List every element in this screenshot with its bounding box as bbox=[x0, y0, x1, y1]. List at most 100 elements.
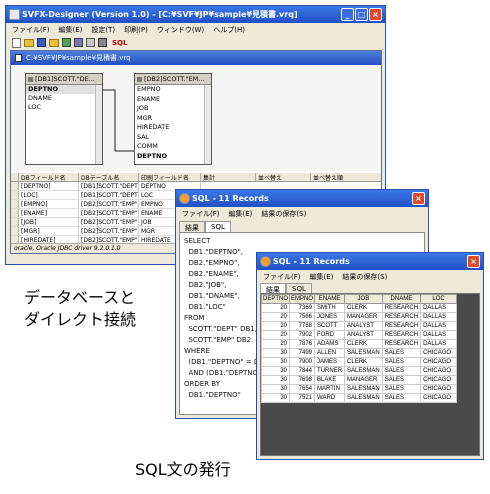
result-cell[interactable]: TURNER bbox=[314, 366, 346, 376]
result-cell[interactable]: RESEARCH bbox=[381, 321, 422, 331]
grid-cell[interactable]: [EMPNO] bbox=[19, 200, 79, 208]
result-title-bar[interactable]: SQL - 11 Records × bbox=[257, 253, 483, 270]
minimize-button[interactable]: _ bbox=[341, 8, 354, 21]
db2-field-row[interactable]: COMM bbox=[135, 142, 211, 152]
result-cell[interactable]: SALES bbox=[381, 393, 422, 403]
grid-cell[interactable]: [DB2]SCOTT."EMP" bbox=[79, 218, 139, 226]
result-cell[interactable]: DALLAS bbox=[420, 330, 458, 340]
maximize-button[interactable]: □ bbox=[355, 8, 368, 21]
result-cell[interactable]: CHICAGO bbox=[420, 375, 458, 385]
result-cell[interactable]: CLERK bbox=[344, 339, 383, 349]
result-header-cell[interactable]: EMPNO bbox=[289, 294, 316, 304]
open-folder-icon[interactable] bbox=[24, 38, 34, 47]
result-cell[interactable]: JONES bbox=[314, 312, 346, 322]
query-diagram-canvas[interactable]: [DB1]SCOTT."DE... DEPTNO DNAME LOC [DB2]… bbox=[11, 65, 381, 171]
main-title-bar[interactable]: SVFX-Designer (Version 1.0) - [C:¥SVF¥JP… bbox=[6, 6, 385, 23]
result-cell[interactable]: 7521 bbox=[289, 393, 316, 403]
result-cell[interactable]: DALLAS bbox=[420, 321, 458, 331]
result-cell[interactable]: 7900 bbox=[289, 357, 316, 367]
result-header-cell[interactable]: JOB bbox=[344, 294, 383, 304]
menu-file[interactable]: ファイル(F) bbox=[263, 272, 301, 282]
result-cell[interactable]: SCOTT bbox=[314, 321, 346, 331]
grid-cell[interactable]: [DB2]SCOTT."EMP" bbox=[79, 200, 139, 208]
result-cell[interactable]: SALES bbox=[381, 357, 422, 367]
result-cell[interactable]: DALLAS bbox=[420, 303, 458, 313]
grid-header-cell[interactable]: DBテーブル名 bbox=[79, 173, 139, 181]
result-cell[interactable]: 20 bbox=[261, 330, 291, 340]
result-row[interactable]: 30 7698 BLAKE MANAGER SALES CHICAGO bbox=[261, 375, 458, 385]
print-icon[interactable] bbox=[98, 38, 107, 47]
result-cell[interactable]: 20 bbox=[261, 312, 291, 322]
table-box-db2[interactable]: [DB2]SCOTT."EM... EMPNO ENAME JOB MGR HI… bbox=[134, 73, 212, 165]
result-cell[interactable]: MARTIN bbox=[314, 384, 346, 394]
result-cell[interactable]: ALLEN bbox=[314, 348, 346, 358]
result-cell[interactable]: 20 bbox=[261, 303, 291, 313]
result-cell[interactable]: 7698 bbox=[289, 375, 316, 385]
result-cell[interactable]: 7902 bbox=[289, 330, 316, 340]
close-button[interactable]: × bbox=[369, 8, 382, 21]
result-cell[interactable]: 30 bbox=[261, 384, 291, 394]
menu-edit[interactable]: 編集(E) bbox=[229, 209, 253, 219]
grid-cell[interactable]: [LOC] bbox=[19, 191, 79, 199]
menu-save-results[interactable]: 結果の保存(S) bbox=[342, 272, 387, 282]
result-cell[interactable]: CHICAGO bbox=[420, 393, 458, 403]
result-row[interactable]: 20 7369 SMITH CLERK RESEARCH DALLAS bbox=[261, 303, 458, 313]
result-cell[interactable]: 7844 bbox=[289, 366, 316, 376]
grid-cell[interactable]: [JOB] bbox=[19, 218, 79, 226]
result-cell[interactable]: CHICAGO bbox=[420, 366, 458, 376]
grid-icon[interactable] bbox=[86, 38, 95, 47]
db2-field-row[interactable]: DEPTNO bbox=[135, 152, 211, 162]
grid-cell[interactable]: [DB2]SCOTT."EMP" bbox=[79, 227, 139, 235]
result-cell[interactable]: 7369 bbox=[289, 303, 316, 313]
result-cell[interactable]: SALESMAN bbox=[344, 384, 383, 394]
db2-field-row[interactable]: HIREDATE bbox=[135, 123, 211, 133]
result-cell[interactable]: CLERK bbox=[344, 357, 383, 367]
document-tab-bar[interactable]: C:¥SVF¥JP¥sample¥見積書.vrq bbox=[11, 51, 381, 65]
result-cell[interactable]: 30 bbox=[261, 375, 291, 385]
close-button[interactable]: × bbox=[412, 192, 425, 205]
result-cell[interactable]: RESEARCH bbox=[381, 330, 422, 340]
menu-settings[interactable]: 設定(T) bbox=[91, 25, 115, 35]
result-cell[interactable]: WARD bbox=[314, 393, 346, 403]
table-box-db2-header[interactable]: [DB2]SCOTT."EM... bbox=[135, 74, 211, 85]
result-header-cell[interactable]: LOC bbox=[420, 294, 458, 304]
menu-save-results[interactable]: 結果の保存(S) bbox=[261, 209, 306, 219]
result-cell[interactable]: RESEARCH bbox=[381, 303, 422, 313]
db2-field-row[interactable]: JOB bbox=[135, 104, 211, 114]
result-cell[interactable]: SMITH bbox=[314, 303, 346, 313]
db2-scrollbar[interactable] bbox=[204, 85, 211, 164]
grid-cell[interactable]: [DB1]SCOTT."DEPT" bbox=[79, 182, 139, 190]
result-header-cell[interactable]: DNAME bbox=[381, 294, 422, 304]
result-row[interactable]: 30 7521 WARD SALESMAN SALES CHICAGO bbox=[261, 393, 458, 403]
result-cell[interactable]: RESEARCH bbox=[381, 339, 422, 349]
result-cell[interactable]: 7876 bbox=[289, 339, 316, 349]
result-cell[interactable]: FORD bbox=[314, 330, 346, 340]
grid-header-cell[interactable]: DBフィールド名 bbox=[19, 173, 79, 181]
result-cell[interactable]: SALES bbox=[381, 348, 422, 358]
result-row[interactable]: 20 7876 ADAMS CLERK RESEARCH DALLAS bbox=[261, 339, 458, 349]
result-row[interactable]: 30 7499 ALLEN SALESMAN SALES CHICAGO bbox=[261, 348, 458, 358]
result-cell[interactable]: MANAGER bbox=[344, 375, 383, 385]
result-cell[interactable]: CHICAGO bbox=[420, 348, 458, 358]
result-header-cell[interactable]: DEPTNO bbox=[261, 294, 291, 304]
table-icon[interactable] bbox=[62, 38, 71, 47]
result-row[interactable]: 20 7566 JONES MANAGER RESEARCH DALLAS bbox=[261, 312, 458, 322]
result-cell[interactable]: JAMES bbox=[314, 357, 346, 367]
result-cell[interactable]: 30 bbox=[261, 348, 291, 358]
folder-icon[interactable] bbox=[49, 38, 59, 47]
save-icon[interactable] bbox=[37, 38, 46, 47]
result-cell[interactable]: SALESMAN bbox=[344, 348, 383, 358]
result-row[interactable]: 20 7788 SCOTT ANALYST RESEARCH DALLAS bbox=[261, 321, 458, 331]
grid-cell[interactable]: [ENAME] bbox=[19, 209, 79, 217]
menu-file[interactable]: ファイル(F) bbox=[12, 25, 50, 35]
result-cell[interactable]: SALESMAN bbox=[344, 366, 383, 376]
result-cell[interactable]: CLERK bbox=[344, 303, 383, 313]
menu-window[interactable]: ウィンドウ(W) bbox=[157, 25, 204, 35]
sql-title-bar[interactable]: SQL - 11 Records × bbox=[176, 190, 428, 207]
result-cell[interactable]: DALLAS bbox=[420, 312, 458, 322]
result-cell[interactable]: 7788 bbox=[289, 321, 316, 331]
result-cell[interactable]: 20 bbox=[261, 321, 291, 331]
db2-field-row[interactable]: EMPNO bbox=[135, 85, 211, 95]
result-cell[interactable]: 7566 bbox=[289, 312, 316, 322]
result-cell[interactable]: SALES bbox=[381, 375, 422, 385]
